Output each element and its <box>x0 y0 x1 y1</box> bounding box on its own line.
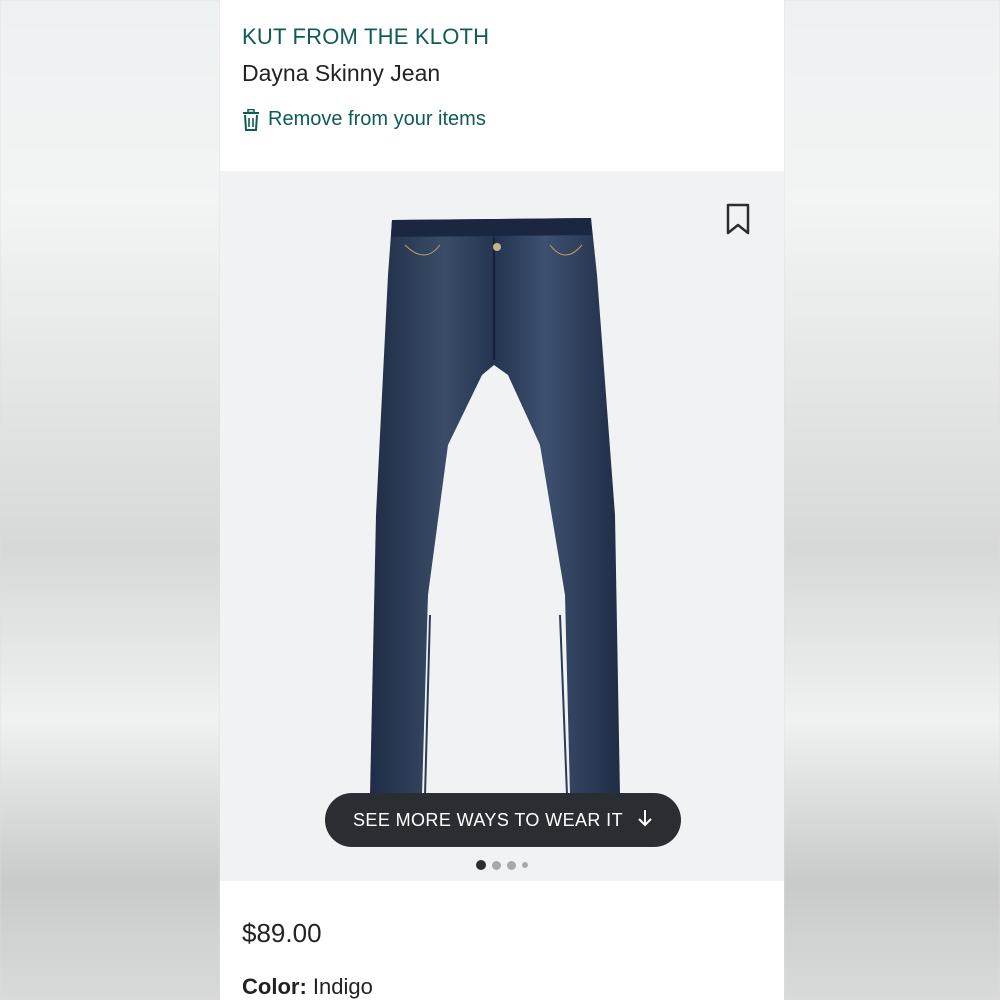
brand-name: KUT FROM THE KLOTH <box>242 24 490 49</box>
product-title: Dayna Skinny Jean <box>242 60 441 86</box>
product-price: $89.00 <box>242 918 322 948</box>
see-more-ways-label: SEE MORE WAYS TO WEAR IT <box>353 809 623 830</box>
see-more-ways-button[interactable]: SEE MORE WAYS TO WEAR IT <box>325 793 681 847</box>
color-info: Color: Indigo <box>242 974 373 1000</box>
remove-item-button[interactable]: Remove from your items <box>242 108 486 131</box>
remove-item-label: Remove from your items <box>268 108 486 130</box>
bookmark-button[interactable] <box>726 203 750 240</box>
carousel-pagination <box>220 860 784 870</box>
product-image-carousel[interactable]: SEE MORE WAYS TO WEAR IT <box>220 171 784 881</box>
carousel-dot[interactable] <box>492 860 501 870</box>
background-right <box>784 0 1000 1000</box>
product-panel: KUT FROM THE KLOTH Dayna Skinny Jean Rem… <box>220 0 784 1000</box>
color-label: Color: <box>242 974 307 999</box>
product-image <box>370 218 620 795</box>
trash-icon <box>242 108 260 131</box>
carousel-dot[interactable] <box>476 860 486 870</box>
carousel-dot[interactable] <box>507 860 516 870</box>
background-left <box>0 0 220 1000</box>
carousel-dot[interactable] <box>522 862 528 868</box>
bookmark-icon <box>726 203 750 239</box>
color-value: Indigo <box>312 974 373 999</box>
arrow-down-icon <box>637 809 653 832</box>
